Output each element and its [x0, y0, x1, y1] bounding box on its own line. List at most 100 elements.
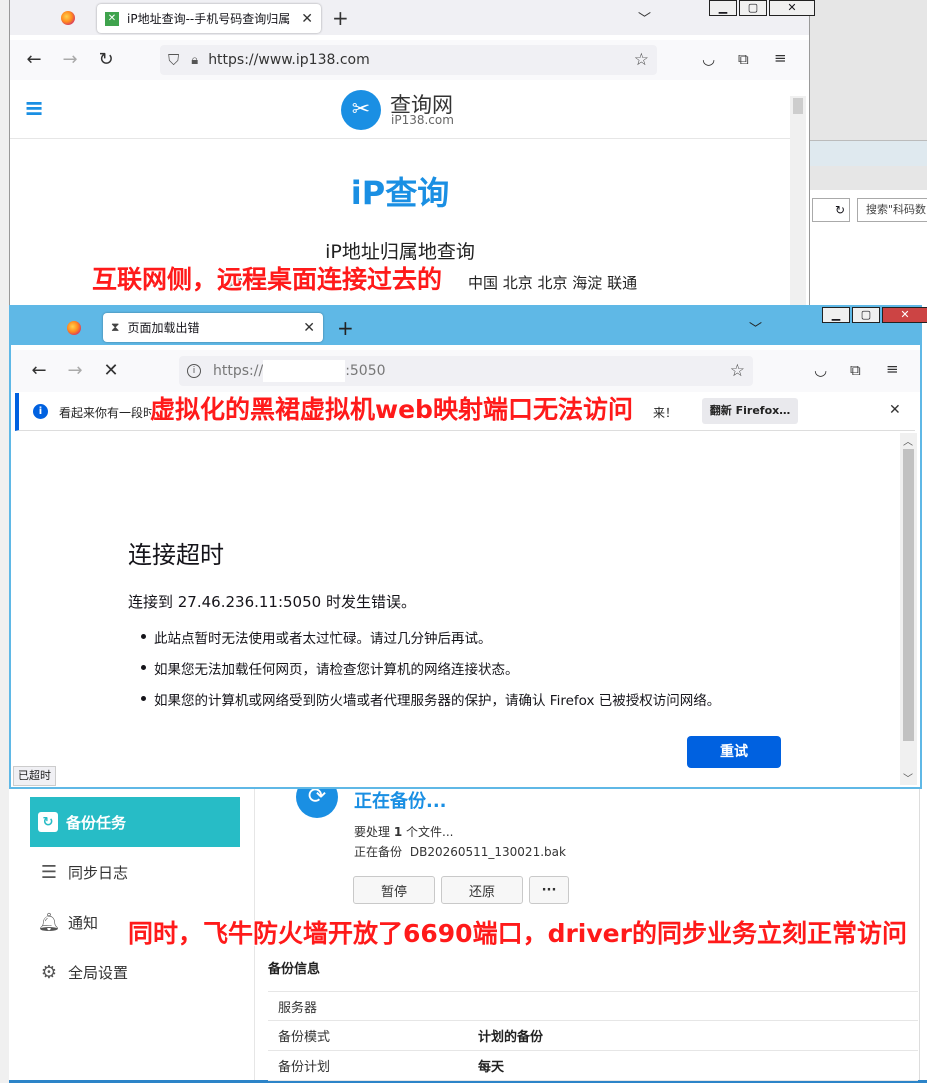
pocket-icon[interactable]: ◡ [814, 361, 827, 379]
front-tab-bar: ⧗ 页面加载出错 ✕ + ﹀ [11, 307, 920, 345]
restore-button[interactable]: 还原 [441, 876, 523, 904]
front-url-suffix: :5050 [345, 363, 386, 379]
pocket-icon[interactable]: ◡ [702, 50, 715, 68]
backup-info-heading: 备份信息 [268, 962, 321, 977]
error-bullet: 如果您的计算机或网络受到防火墙或者代理服务器的保护，请确认 Firefox 已被… [138, 689, 720, 709]
back-window-controls: ▁ ▢ ✕ [707, 0, 815, 16]
current-file-line: 正在备份 DB20260511_130021.bak [354, 843, 566, 860]
menu-icon[interactable]: ≡ [774, 49, 787, 67]
pending-files-line: 要处理 1 个文件... [354, 823, 453, 840]
annotation-top: 互联网侧，远程桌面连接过去的 [92, 265, 443, 294]
ip138-favicon-icon: ✕ [105, 11, 119, 26]
shield-icon: ⛉ [168, 51, 180, 69]
front-tab[interactable]: ⧗ 页面加载出错 ✕ [103, 313, 323, 342]
url-redacted-block [263, 360, 346, 382]
current-file-prefix: 正在备份 [354, 845, 403, 859]
front-toolbar: ← → ✕ i https:// :5050 ☆ ◡ ⧉ ≡ [11, 350, 920, 392]
maximize-icon[interactable]: ▢ [852, 307, 880, 323]
minimize-icon[interactable]: ▁ [709, 0, 737, 16]
tab-list-chevron-icon[interactable]: ﹀ [638, 8, 651, 27]
tab-list-chevron-icon[interactable]: ﹀ [749, 318, 762, 337]
error-bullet-list: 此站点暂时无法使用或者太过忙碌。请过几分钟后再试。 如果您无法加载任何网页，请检… [138, 627, 720, 720]
backup-status-title: 正在备份... [354, 791, 447, 812]
list-icon: ☰ [40, 861, 58, 883]
hamburger-menu-icon[interactable]: ≡ [24, 94, 44, 122]
front-scrollbar[interactable]: ︿ ﹀ [900, 433, 917, 785]
firefox-logo-icon [67, 321, 81, 335]
notice-close-icon[interactable]: ✕ [889, 402, 901, 418]
pending-count: 1 [393, 825, 403, 839]
back-url-bar[interactable]: ⛉ 🔒︎ https://www.ip138.com ☆ [160, 45, 657, 75]
stop-icon[interactable]: ✕ [100, 360, 122, 381]
reload-icon[interactable]: ↻ [95, 49, 117, 70]
back-tab-close-icon[interactable]: ✕ [301, 11, 313, 27]
sidebar-item-backup-task[interactable]: ↻ 备份任务 [30, 797, 240, 847]
back-scrollbar[interactable] [790, 96, 806, 310]
bookmark-star-icon[interactable]: ☆ [634, 50, 649, 70]
refresh-firefox-button[interactable]: 翻新 Firefox… [702, 398, 798, 424]
notice-tail: 来！ [653, 406, 678, 420]
annotation-middle: 虚拟化的黑裙虚拟机web映射端口无法访问 [150, 395, 633, 424]
front-tab-close-icon[interactable]: ✕ [303, 320, 315, 336]
back-tab-bar: ✕ iP地址查询--手机号码查询归属 ✕ + ﹀ [10, 0, 809, 35]
forward-icon[interactable]: → [59, 49, 81, 70]
backup-task-icon: ↻ [38, 812, 58, 832]
info-row-server: 服务器 [268, 991, 918, 1021]
annotation-bottom: 同时，飞牛防火墙开放了6690端口，driver的同步业务立刻正常访问 [128, 919, 907, 948]
sidebar-item-sync-log[interactable]: ☰ 同步日志 [30, 847, 240, 897]
ip-query-heading: iP查询 [350, 174, 450, 212]
more-button[interactable]: ··· [529, 876, 569, 904]
front-url-prefix: https:// [213, 363, 264, 379]
back-icon[interactable]: ← [28, 360, 50, 381]
desktop-right-panel [810, 140, 927, 166]
back-tab[interactable]: ✕ iP地址查询--手机号码查询归属 ✕ [97, 4, 321, 33]
notice-info-icon: i [33, 404, 48, 419]
back-icon[interactable]: ← [23, 49, 45, 70]
bell-icon: 🔔︎ [37, 911, 61, 933]
sidebar-item-label: 同步日志 [68, 863, 129, 882]
firefox-logo-icon [61, 11, 75, 25]
close-window-icon[interactable]: ✕ [882, 307, 927, 323]
maximize-icon[interactable]: ▢ [739, 0, 767, 16]
ip138-header: ≡ ✂ 查询网 iP138.com [10, 80, 790, 139]
bg-search-box[interactable]: 搜索"科码数 [857, 198, 927, 222]
info-key: 备份模式 [278, 1030, 331, 1045]
back-tab-title: iP地址查询--手机号码查询归属 [127, 12, 291, 26]
back-url-text: https://www.ip138.com [208, 52, 370, 68]
forward-icon[interactable]: → [64, 360, 86, 381]
info-icon: i [187, 364, 201, 378]
new-tab-icon[interactable]: + [332, 6, 349, 30]
bg-address-box: ↻ [812, 198, 850, 222]
extensions-icon[interactable]: ⧉ [850, 361, 861, 379]
backup-right-border [919, 788, 920, 1083]
new-tab-icon[interactable]: + [337, 316, 354, 340]
sidebar-item-label: 备份任务 [66, 813, 127, 832]
pending-suffix: 个文件... [406, 825, 454, 839]
extensions-icon[interactable]: ⧉ [738, 50, 749, 68]
close-window-icon[interactable]: ✕ [769, 0, 815, 16]
front-url-bar[interactable]: i https:// :5050 ☆ [179, 356, 753, 386]
minimize-icon[interactable]: ▁ [822, 307, 850, 323]
lock-icon: 🔒︎ [191, 52, 199, 68]
bookmark-star-icon[interactable]: ☆ [730, 361, 745, 381]
brand-en: iP138.com [391, 113, 454, 127]
gear-icon: ⚙ [40, 961, 58, 983]
sidebar-item-global-settings[interactable]: ⚙ 全局设置 [30, 947, 240, 997]
pending-prefix: 要处理 [354, 825, 391, 839]
sidebar-item-label: 全局设置 [68, 963, 129, 982]
menu-icon[interactable]: ≡ [886, 360, 899, 378]
error-bullet: 如果您无法加载任何网页，请检查您计算机的网络连接状态。 [138, 658, 720, 678]
info-value: 计划的备份 [478, 1030, 544, 1045]
retry-button[interactable]: 重试 [687, 736, 781, 768]
desktop-left-edge [0, 0, 9, 1083]
front-window-controls: ▁ ▢ ✕ [820, 307, 927, 323]
ip-result-text: 中国 北京 北京 海淀 联通 [468, 274, 638, 292]
pause-button[interactable]: 暂停 [353, 876, 435, 904]
info-row-mode: 备份模式 计划的备份 [268, 1021, 918, 1051]
current-file-name: DB20260511_130021.bak [409, 845, 566, 859]
info-key: 备份计划 [278, 1060, 331, 1075]
error-description: 连接到 27.46.236.11:5050 时发生错误。 [128, 593, 416, 611]
sidebar-item-label: 通知 [68, 913, 99, 932]
back-toolbar: ← → ↻ ⛉ 🔒︎ https://www.ip138.com ☆ ◡ ⧉ ≡ [10, 40, 809, 80]
error-bullet: 此站点暂时无法使用或者太过忙碌。请过几分钟后再试。 [138, 627, 720, 647]
